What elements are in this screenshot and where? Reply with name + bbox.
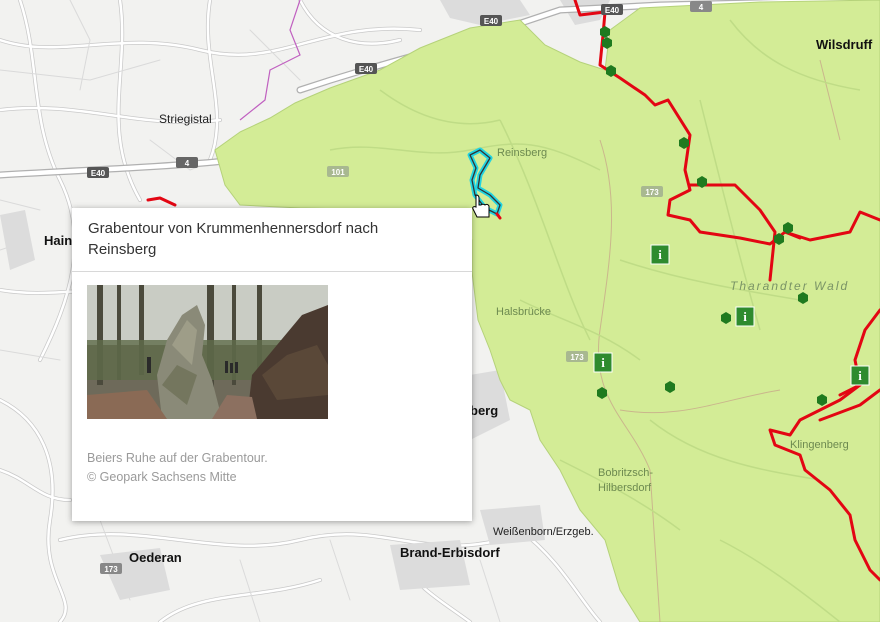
place-label-tharandter-wald: Tharandter Wald <box>730 279 849 293</box>
info-marker[interactable]: i <box>593 352 613 373</box>
popup-caption-copyright: © Geopark Sachsens Mitte <box>87 470 237 484</box>
svg-text:173: 173 <box>570 353 584 362</box>
place-label-halsbruecke: Halsbrücke <box>496 306 551 318</box>
svg-text:E40: E40 <box>484 17 499 26</box>
road-shield-a4: 4 <box>176 157 198 168</box>
place-label-bobritzsch: Bobritzsch- <box>598 467 653 479</box>
place-label-brand-erbisdorf: Brand-Erbisdorf <box>400 545 500 560</box>
place-label-oederan: Oederan <box>129 550 182 565</box>
svg-text:101: 101 <box>331 168 345 177</box>
route-photo[interactable] <box>87 285 328 419</box>
place-label-weissenborn: Weißenborn/Erzgeb. <box>493 526 594 538</box>
road-shield-e40: E40 <box>601 4 623 15</box>
road-shield-173: 173 <box>566 351 588 362</box>
road-shield-e40: E40 <box>87 167 109 178</box>
svg-text:E40: E40 <box>359 65 374 74</box>
road-shield-101: 101 <box>327 166 349 177</box>
info-marker[interactable]: i <box>735 306 755 327</box>
place-label-hainichen: Hain <box>44 233 72 248</box>
svg-text:i: i <box>658 247 662 262</box>
place-label-freiberg: berg <box>470 403 498 418</box>
svg-text:E40: E40 <box>91 169 106 178</box>
popup-divider <box>72 271 472 272</box>
popup-caption-text: Beiers Ruhe auf der Grabentour. <box>87 451 268 465</box>
road-shield-a4: 4 <box>690 1 712 12</box>
road-shield-e40: E40 <box>355 63 377 74</box>
place-label-klingenberg: Klingenberg <box>790 439 849 451</box>
info-marker[interactable]: i <box>650 244 670 265</box>
svg-text:173: 173 <box>645 188 659 197</box>
svg-text:173: 173 <box>104 565 118 574</box>
info-marker[interactable]: i <box>850 365 870 386</box>
svg-text:4: 4 <box>699 3 704 12</box>
place-label-hilbersdorf: Hilbersdorf <box>598 482 652 494</box>
place-label-striegistal: Striegistal <box>159 112 212 126</box>
popup-title: Grabentour von Krummenhennersdorf nach R… <box>88 220 379 258</box>
road-shield-173: 173 <box>641 186 663 197</box>
svg-text:i: i <box>601 355 605 370</box>
svg-text:i: i <box>858 368 862 383</box>
place-label-reinsberg: Reinsberg <box>497 147 547 159</box>
svg-text:E40: E40 <box>605 6 620 15</box>
svg-text:i: i <box>743 309 747 324</box>
place-label-wilsdruff: Wilsdruff <box>816 37 873 52</box>
route-info-popup[interactable]: Grabentour von Krummenhennersdorf nach R… <box>72 208 472 521</box>
road-shield-e40: E40 <box>480 15 502 26</box>
road-shield-173: 173 <box>100 563 122 574</box>
popup-caption: Beiers Ruhe auf der Grabentour. © Geopar… <box>87 449 447 487</box>
svg-text:4: 4 <box>185 159 190 168</box>
